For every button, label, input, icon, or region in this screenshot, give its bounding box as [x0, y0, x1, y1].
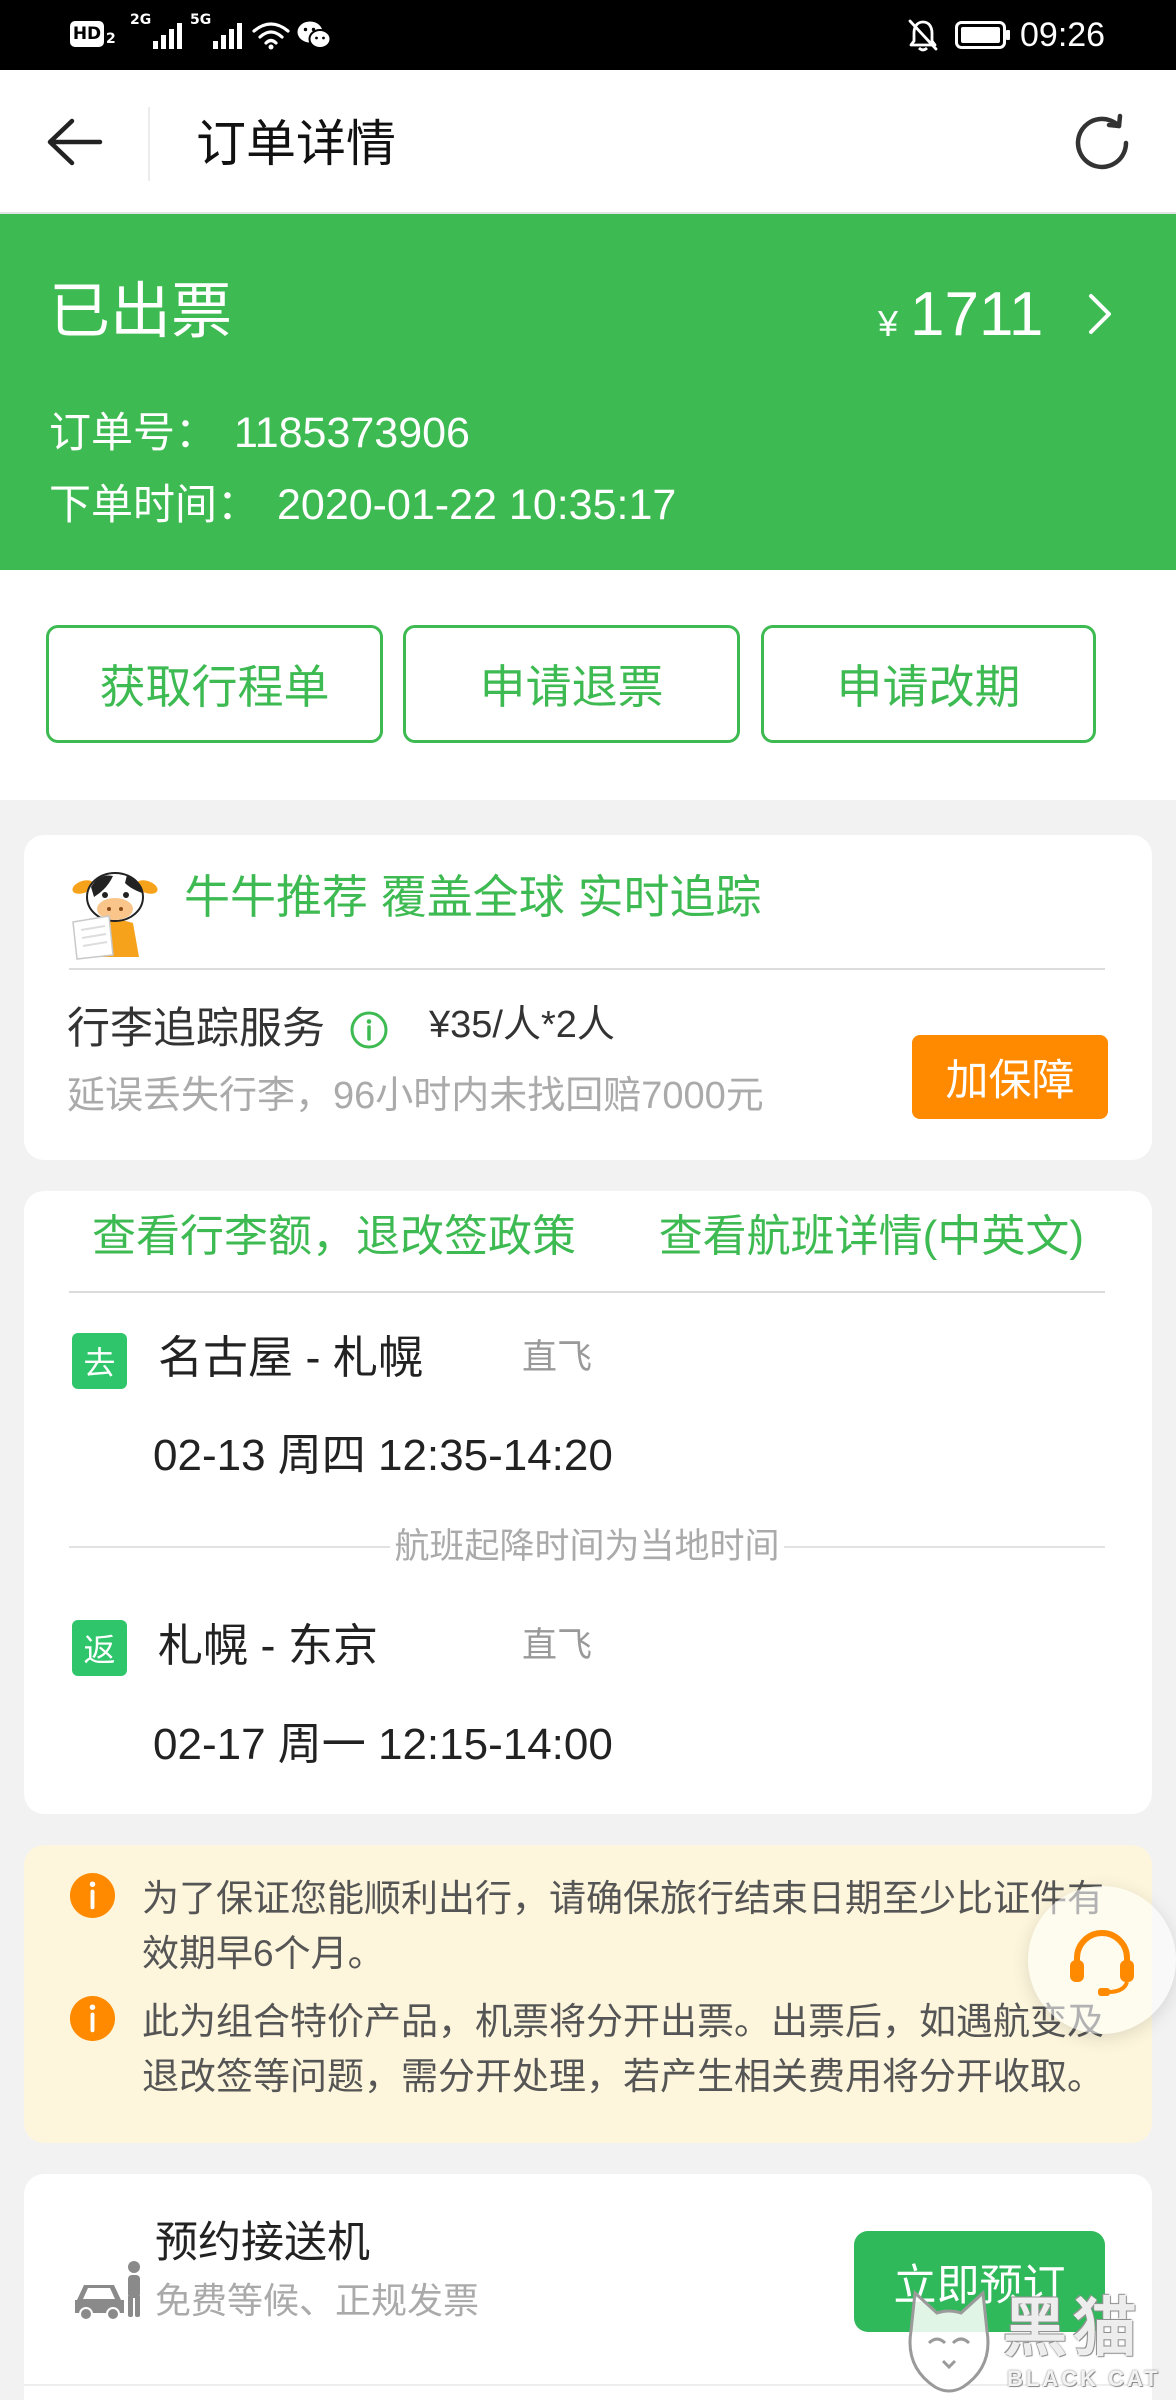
- header-divider: [148, 107, 150, 181]
- info-circle-icon: [69, 1872, 116, 1919]
- currency-symbol[interactable]: ¥: [878, 304, 898, 344]
- get-itinerary-button[interactable]: 获取行程单: [46, 625, 383, 743]
- top-navigation-bar: 订单详情: [0, 70, 1176, 214]
- chevron-right-icon[interactable]: [1086, 291, 1114, 337]
- apply-refund-button[interactable]: 申请退票: [403, 625, 740, 743]
- add-protection-button[interactable]: 加保障: [912, 1035, 1108, 1119]
- transfer-subtitle: 免费等候、正规发票: [155, 2280, 480, 2321]
- flight-itinerary-card: 查看行李额，退改签政策 查看航班详情(中英文) 去 名古屋 - 札幌 直飞 02…: [24, 1191, 1152, 1814]
- headset-icon: [1070, 1930, 1134, 1996]
- hd-icon: HD: [70, 21, 104, 47]
- note-text-wrap: 航班起降时间为当地时间: [69, 1526, 1105, 1568]
- refresh-icon[interactable]: [1072, 113, 1132, 173]
- transfer-bottom-divider: [24, 2384, 1152, 2386]
- order-actions: 获取行程单 申请退票 申请改期: [0, 570, 1176, 800]
- order-number-label: 订单号：: [49, 409, 218, 456]
- order-time-label: 下单时间：: [49, 481, 260, 528]
- return-schedule: 02-17 周一 12:15-14:00: [153, 1720, 613, 1769]
- signal-icon: [153, 23, 182, 49]
- sim2-network-label: 5G: [190, 12, 212, 28]
- service-name: 行李追踪服务: [67, 1005, 325, 1053]
- order-amount[interactable]: 1711: [910, 277, 1043, 353]
- hd-sim-label: 2: [106, 31, 116, 47]
- cow-mascot-icon: [72, 872, 158, 960]
- info-icon[interactable]: [349, 1010, 389, 1050]
- links-divider: [69, 1291, 1105, 1293]
- sim1-network-label: 2G: [130, 12, 152, 28]
- apply-reschedule-button[interactable]: 申请改期: [761, 625, 1096, 743]
- clock: 09:26: [1020, 16, 1106, 54]
- order-status: 已出票: [49, 277, 233, 345]
- car-pickup-icon: [75, 2261, 140, 2321]
- promo-divider: [69, 968, 1105, 970]
- order-time: 2020-01-22 10:35:17: [277, 481, 677, 529]
- info-circle-icon: [69, 1995, 116, 2042]
- outbound-flight-type: 直飞: [522, 1338, 593, 1377]
- wifi-icon: [252, 22, 290, 50]
- signal-icon: [213, 23, 242, 49]
- notice-text: 此为组合特价产品，机票将分开出票。出票后，如遇航变及退改签等问题，需分开处理，若…: [142, 2001, 1104, 2097]
- return-tag: 返: [72, 1620, 127, 1676]
- outbound-schedule: 02-13 周四 12:35-14:20: [153, 1431, 613, 1480]
- service-price: ¥35/人*2人: [429, 1004, 615, 1046]
- baggage-tracking-card: 牛牛推荐 覆盖全球 实时追踪 行李追踪服务 ¥35/人*2人 延误丢失行李，96…: [24, 835, 1152, 1160]
- page-title: 订单详情: [196, 116, 396, 172]
- airport-transfer-card: 预约接送机 免费等候、正规发票 立即预订: [24, 2174, 1152, 2400]
- back-arrow-icon: [47, 118, 103, 166]
- wechat-icon: [297, 21, 332, 49]
- promo-headline: 牛牛推荐 覆盖全球 实时追踪: [184, 871, 762, 923]
- customer-service-button[interactable]: [1028, 1886, 1176, 2034]
- order-status-banner: 已出票 ¥ 1711 订单号： 1185373906 下单时间： 2020-01…: [0, 214, 1176, 570]
- outbound-route: 名古屋 - 札幌: [158, 1332, 423, 1383]
- order-number: 1185373906: [234, 409, 470, 457]
- flight-details-link[interactable]: 查看航班详情(中英文): [659, 1210, 1084, 1264]
- service-description: 延误丢失行李，96小时内未找回赔7000元: [67, 1075, 764, 1117]
- local-time-note-text: 航班起降时间为当地时间: [390, 1527, 784, 1566]
- battery-icon: [955, 21, 1010, 49]
- notice-text: 为了保证您能顺利出行，请确保旅行结束日期至少比证件有效期早6个月。: [142, 1878, 1104, 1974]
- status-bar: HD 2 2G 5G 09:26: [0, 0, 1176, 70]
- return-flight-type: 直飞: [522, 1626, 593, 1665]
- travel-notice-card: 为了保证您能顺利出行，请确保旅行结束日期至少比证件有效期早6个月。 此为组合特价…: [24, 1845, 1152, 2143]
- book-now-button[interactable]: 立即预订: [854, 2231, 1105, 2332]
- outbound-tag: 去: [72, 1333, 127, 1389]
- transfer-title: 预约接送机: [155, 2219, 370, 2267]
- bell-off-icon: [908, 19, 938, 52]
- hd-label: HD: [72, 24, 102, 44]
- back-button[interactable]: [40, 116, 108, 168]
- baggage-policy-link[interactable]: 查看行李额，退改签政策: [92, 1210, 576, 1264]
- local-time-note: 航班起降时间为当地时间: [69, 1526, 1105, 1568]
- return-route: 札幌 - 东京: [158, 1620, 378, 1671]
